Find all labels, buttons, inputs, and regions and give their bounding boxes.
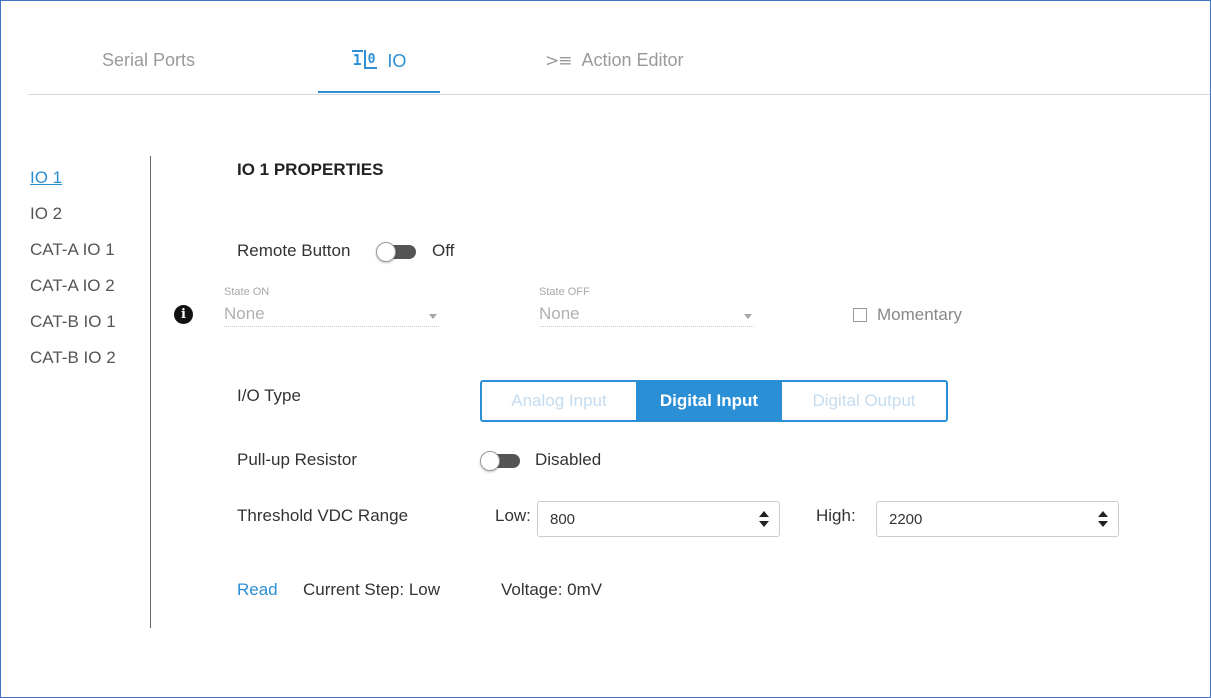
io-icon: 10 [351,50,378,69]
info-icon[interactable]: i [174,305,193,324]
sidebar-item-cat-a-io-1[interactable]: CAT-A IO 1 [30,232,148,268]
threshold-low-value: 800 [550,511,576,528]
io-type-digital-output[interactable]: Digital Output [782,382,946,420]
toggle-knob [376,242,396,262]
chevron-down-icon [429,314,437,319]
spinner-icon[interactable] [1098,511,1108,529]
state-on-value-box: None [224,304,439,327]
remote-button-label: Remote Button [237,241,351,260]
window-frame [0,0,1211,698]
io-type-analog-input[interactable]: Analog Input [482,382,636,420]
sidebar-item-cat-a-io-2[interactable]: CAT-A IO 2 [30,268,148,304]
threshold-low-stepper[interactable]: 800 [537,501,780,537]
voltage-readout: Voltage: 0mV [501,580,603,599]
threshold-high-label: High: [816,506,856,525]
io-sidebar: IO 1 IO 2 CAT-A IO 1 CAT-A IO 2 CAT-B IO… [30,160,148,376]
io-type-label: I/O Type [237,386,301,405]
page-title: IO 1 PROPERTIES [237,160,384,179]
state-on-caption: State ON [224,286,270,298]
remote-button-toggle[interactable] [376,242,416,262]
state-on-select[interactable]: State ON None [224,286,439,327]
momentary-checkbox[interactable]: Momentary [853,305,962,325]
tab-bar: Serial Ports 10 IO >≡ Action Editor [28,0,1210,95]
sidebar-item-io-2[interactable]: IO 2 [30,196,148,232]
sidebar-item-cat-b-io-2[interactable]: CAT-B IO 2 [30,340,148,376]
action-editor-icon: >≡ [545,50,572,71]
tab-label: Serial Ports [102,50,196,70]
momentary-label: Momentary [877,305,963,324]
tab-label: Action Editor [581,50,684,70]
pullup-resistor-label: Pull-up Resistor [237,450,357,469]
threshold-high-stepper[interactable]: 2200 [876,501,1119,537]
checkbox-box [853,308,867,322]
state-off-value: None [539,304,580,323]
threshold-label: Threshold VDC Range [237,506,409,525]
read-link[interactable]: Read [237,580,278,600]
threshold-low-label: Low: [495,506,531,525]
state-off-caption: State OFF [539,286,590,298]
chevron-down-icon [744,314,752,319]
current-step-readout: Current Step: Low [303,580,441,599]
remote-button-state: Off [432,241,455,260]
io-type-digital-input[interactable]: Digital Input [636,382,782,420]
state-on-value: None [224,304,265,323]
sidebar-divider [150,156,151,628]
state-off-value-box: None [539,304,754,327]
sidebar-item-io-1[interactable]: IO 1 [30,160,148,196]
pullup-resistor-toggle[interactable] [480,451,520,471]
spinner-icon[interactable] [759,511,769,529]
tab-io[interactable]: 10 IO [318,50,440,93]
io-type-segmented-control: Analog Input Digital Input Digital Outpu… [480,380,948,422]
toggle-knob [480,451,500,471]
sidebar-item-cat-b-io-1[interactable]: CAT-B IO 1 [30,304,148,340]
tab-label: IO [387,51,407,71]
state-off-select[interactable]: State OFF None [539,286,754,327]
tab-serial-ports[interactable]: Serial Ports [102,50,195,71]
threshold-high-value: 2200 [889,511,923,528]
tab-action-editor[interactable]: >≡ Action Editor [545,50,684,71]
pullup-resistor-state: Disabled [535,450,602,469]
